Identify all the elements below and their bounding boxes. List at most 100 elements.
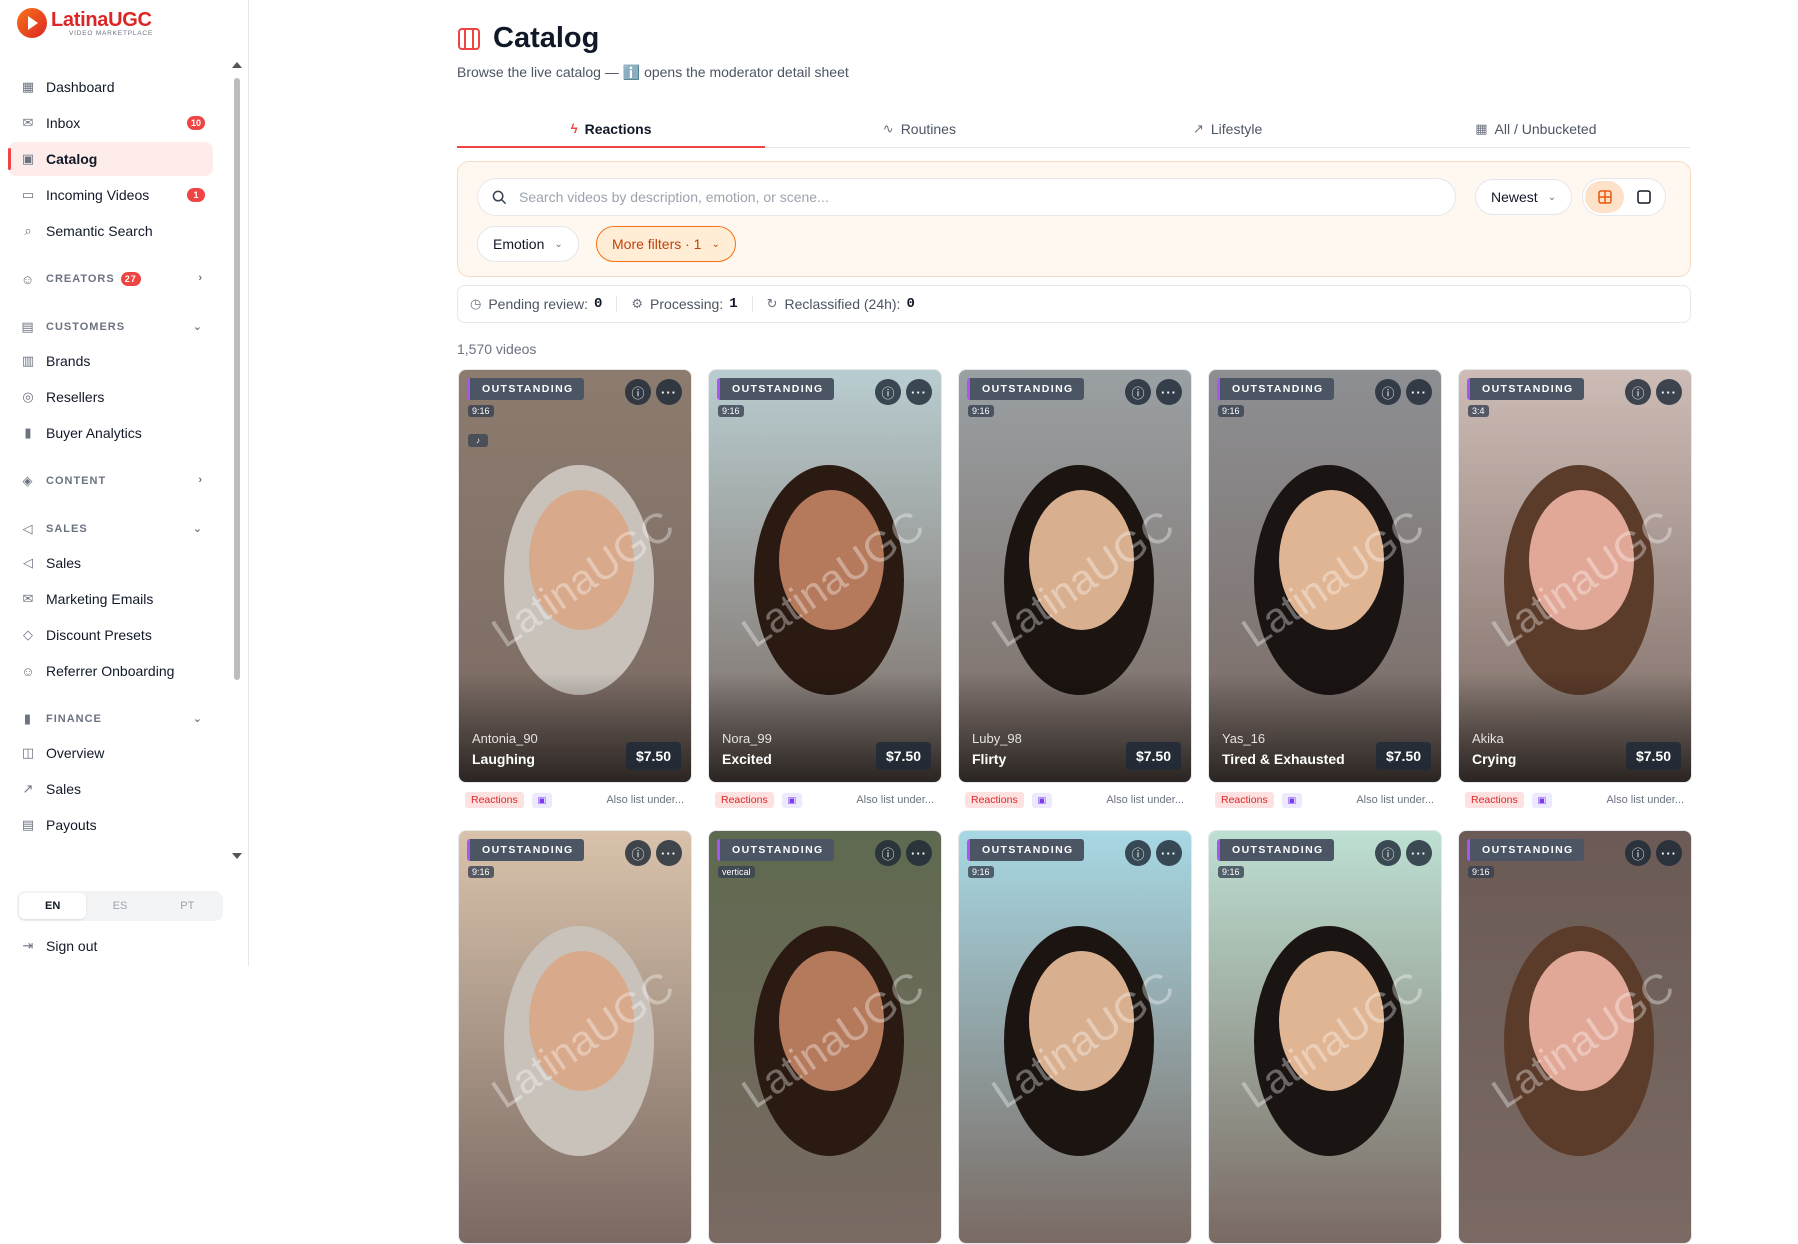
section-creators[interactable]: ☺ CREATORS 27 › (8, 262, 213, 296)
ellipsis-icon: ··· (661, 384, 677, 400)
more-filters-button[interactable]: More filters · 1 ⌄ (596, 226, 736, 262)
more-options-button[interactable]: ··· (1406, 379, 1432, 405)
creator-name[interactable]: Antonia_90 (472, 731, 538, 746)
sidebar-item-resellers[interactable]: ◎ Resellers (8, 380, 213, 414)
tab-all-unbucketed[interactable]: ▦ All / Unbucketed (1382, 110, 1690, 147)
tab-lifestyle[interactable]: ↗ Lifestyle (1074, 110, 1382, 147)
pending-review-stat: ◷ Pending review: 0 (470, 296, 618, 312)
info-button[interactable]: ⓘ (625, 840, 651, 866)
more-options-button[interactable]: ··· (906, 840, 932, 866)
sidebar-item-catalog[interactable]: ▣ Catalog (8, 142, 213, 176)
more-options-button[interactable]: ··· (1156, 840, 1182, 866)
lang-es[interactable]: ES (86, 893, 153, 919)
video-card[interactable]: LatinaUGC OUTSTANDING 9:16 ⓘ ··· Yas_16 Tired … (1208, 369, 1442, 783)
video-card[interactable]: LatinaUGC OUTSTANDING vertical ⓘ ··· (708, 830, 942, 1244)
chevron-down-icon: ⌄ (554, 238, 563, 250)
video-card[interactable]: LatinaUGC OUTSTANDING 9:16 ♪ ⓘ ··· Antonia_90 L… (458, 369, 692, 783)
info-button[interactable]: ⓘ (1625, 840, 1651, 866)
section-sales[interactable]: ◁ SALES ⌄ (8, 512, 213, 546)
video-card[interactable]: LatinaUGC OUTSTANDING 9:16 ⓘ ··· Nora_99 Excit… (708, 369, 942, 783)
sidebar-item-incoming-videos[interactable]: ▭ Incoming Videos 1 (8, 178, 213, 212)
also-list-under-link[interactable]: Also list under... (1356, 794, 1434, 806)
sidebar-item-discount-presets[interactable]: ◇ Discount Presets (8, 618, 213, 652)
sidebar-item-dashboard[interactable]: ▦ Dashboard (8, 70, 213, 104)
search-icon (492, 190, 507, 204)
info-button[interactable]: ⓘ (625, 379, 651, 405)
more-options-button[interactable]: ··· (656, 379, 682, 405)
info-button[interactable]: ⓘ (1125, 379, 1151, 405)
brand-logo[interactable]: LatinaUGC VIDEO MARKETPLACE (17, 8, 153, 38)
quality-badge: OUTSTANDING (1217, 378, 1334, 400)
search-input[interactable] (519, 189, 1419, 205)
scroll-down-arrow-icon[interactable] (232, 853, 242, 859)
video-card[interactable]: LatinaUGC OUTSTANDING 9:16 ⓘ ··· (1208, 830, 1442, 1244)
also-list-under-link[interactable]: Also list under... (856, 794, 934, 806)
info-button[interactable]: ⓘ (1375, 379, 1401, 405)
sidebar-item-semantic-search[interactable]: ⌕ Semantic Search (8, 214, 213, 248)
sidebar-item-buyer-analytics[interactable]: ▮ Buyer Analytics (8, 416, 213, 450)
tab-routines[interactable]: ∿ Routines (765, 110, 1073, 147)
sidebar-item-finance-sales[interactable]: ↗ Sales (8, 772, 213, 806)
sidebar-item-finance-overview[interactable]: ◫ Overview (8, 736, 213, 770)
sidebar-item-inbox[interactable]: ✉ Inbox 10 (8, 106, 213, 140)
info-button[interactable]: ⓘ (1375, 840, 1401, 866)
scroll-up-arrow-icon[interactable] (232, 62, 242, 68)
sidebar-item-label: Payouts (46, 817, 97, 833)
more-options-button[interactable]: ··· (1656, 379, 1682, 405)
grid-view-button[interactable] (1585, 181, 1624, 213)
creator-name[interactable]: Nora_99 (722, 731, 772, 746)
ellipsis-icon: ··· (661, 845, 677, 861)
sidebar-item-referrer-onboarding[interactable]: ☺ Referrer Onboarding (8, 654, 213, 688)
sidebar-scrollbar[interactable] (232, 60, 242, 860)
more-options-button[interactable]: ··· (656, 840, 682, 866)
sign-out-link[interactable]: ⇥ Sign out (20, 938, 98, 954)
single-view-button[interactable] (1624, 181, 1663, 213)
info-button[interactable]: ⓘ (1625, 379, 1651, 405)
section-content[interactable]: ◈ CONTENT › (8, 464, 213, 498)
video-count: 1,570 videos (457, 341, 537, 357)
info-button[interactable]: ⓘ (1125, 840, 1151, 866)
info-icon: ⓘ (1381, 385, 1395, 401)
sidebar-item-payouts[interactable]: ▤ Payouts (8, 808, 213, 842)
emotion-filter[interactable]: Emotion ⌄ (477, 226, 579, 262)
info-button[interactable]: ⓘ (875, 840, 901, 866)
scrollbar-thumb[interactable] (234, 78, 240, 680)
lang-en[interactable]: EN (19, 893, 87, 919)
video-card[interactable]: LatinaUGC OUTSTANDING 9:16 ⓘ ··· Luby_98 Flirt… (958, 369, 1192, 783)
category-chip[interactable]: Reactions (1465, 792, 1524, 808)
creator-name[interactable]: Akika (1472, 731, 1504, 746)
quality-badge: OUTSTANDING (967, 378, 1084, 400)
more-options-button[interactable]: ··· (1656, 840, 1682, 866)
also-list-under-link[interactable]: Also list under... (1106, 794, 1184, 806)
more-options-button[interactable]: ··· (906, 379, 932, 405)
price-badge: $7.50 (1125, 742, 1181, 770)
sidebar-item-marketing-emails[interactable]: ✉ Marketing Emails (8, 582, 213, 616)
category-chip[interactable]: Reactions (965, 792, 1024, 808)
category-chip[interactable]: Reactions (1215, 792, 1274, 808)
category-chip[interactable]: Reactions (715, 792, 774, 808)
video-card[interactable]: LatinaUGC OUTSTANDING 3:4 ⓘ ··· Akika Crying $7… (1458, 369, 1692, 783)
sort-value: Newest (1491, 189, 1538, 205)
info-button[interactable]: ⓘ (875, 379, 901, 405)
more-options-button[interactable]: ··· (1406, 840, 1432, 866)
category-chip[interactable]: Reactions (465, 792, 524, 808)
creator-name[interactable]: Luby_98 (972, 731, 1022, 746)
brand-tagline: VIDEO MARKETPLACE (69, 29, 154, 37)
lang-pt[interactable]: PT (154, 893, 221, 919)
video-card[interactable]: LatinaUGC OUTSTANDING 9:16 ⓘ ··· (1458, 830, 1692, 1244)
grid-view-icon (1597, 190, 1612, 204)
video-card[interactable]: LatinaUGC OUTSTANDING 9:16 ⓘ ··· (958, 830, 1192, 1244)
section-customers[interactable]: ▤ CUSTOMERS ⌄ (8, 310, 213, 344)
sidebar-item-sales[interactable]: ◁ Sales (8, 546, 213, 580)
section-finance[interactable]: ▮ FINANCE ⌄ (8, 702, 213, 736)
chevron-down-icon: ⌄ (1547, 191, 1557, 203)
tab-reactions[interactable]: ϟ Reactions (457, 110, 766, 148)
ellipsis-icon: ··· (911, 845, 927, 861)
sidebar-item-brands[interactable]: ▥ Brands (8, 344, 213, 378)
creator-name[interactable]: Yas_16 (1222, 731, 1265, 746)
also-list-under-link[interactable]: Also list under... (1606, 794, 1684, 806)
also-list-under-link[interactable]: Also list under... (606, 794, 684, 806)
video-card[interactable]: LatinaUGC OUTSTANDING 9:16 ⓘ ··· (458, 830, 692, 1244)
more-options-button[interactable]: ··· (1156, 379, 1182, 405)
sort-select[interactable]: Newest ⌄ (1475, 179, 1573, 215)
